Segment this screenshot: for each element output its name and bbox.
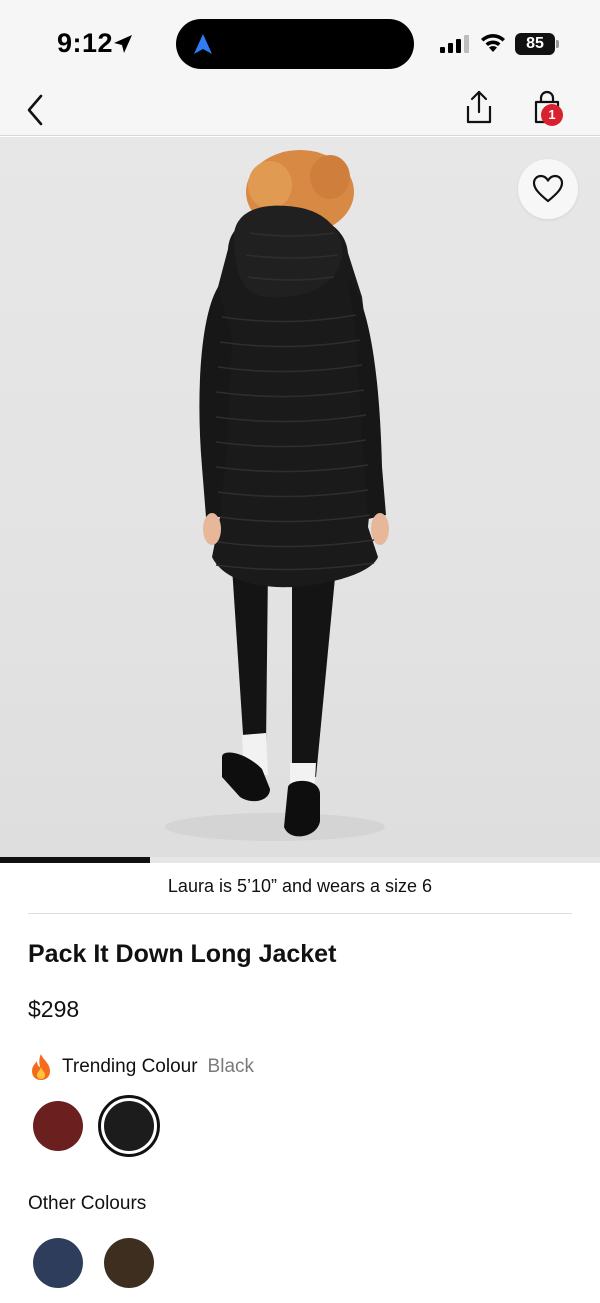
heart-icon (532, 174, 564, 203)
battery-indicator: 85 (515, 33, 559, 55)
carousel-progress-track (0, 857, 600, 863)
trending-colour-label: Trending Colour (62, 1056, 198, 1077)
navigation-arrow-icon (194, 34, 212, 54)
share-icon[interactable] (462, 88, 496, 128)
colour-swatch-brown[interactable] (104, 1238, 154, 1288)
cellular-signal-icon (440, 35, 469, 53)
product-price: $298 (28, 996, 80, 1022)
product-photo (165, 150, 389, 841)
wifi-icon (481, 34, 505, 52)
colour-swatch-black[interactable] (104, 1101, 154, 1151)
status-bar: 9:12 85 (0, 0, 600, 84)
product-title: Pack It Down Long Jacket (28, 940, 337, 968)
status-time: 9:12 (57, 28, 114, 58)
colour-swatch-navy[interactable] (33, 1238, 83, 1288)
section-divider (28, 913, 572, 914)
cart-count-badge: 1 (541, 104, 563, 126)
other-colours-label: Other Colours (28, 1193, 147, 1214)
carousel-progress-fill (0, 857, 150, 863)
top-navigation (0, 84, 600, 136)
selected-colour-name: Black (207, 1056, 255, 1077)
colour-swatch-burgundy[interactable] (33, 1101, 83, 1151)
battery-cap (556, 40, 559, 48)
product-image-carousel[interactable] (0, 137, 600, 857)
chevron-left-icon[interactable] (22, 90, 52, 130)
model-size-caption: Laura is 5’10” and wears a size 6 (167, 876, 433, 896)
location-arrow-icon (114, 35, 132, 53)
battery-level: 85 (515, 33, 555, 55)
fire-icon (32, 1054, 50, 1080)
favorite-button[interactable] (518, 159, 578, 219)
trending-colour-row: Trending Colour Black (28, 1053, 254, 1081)
